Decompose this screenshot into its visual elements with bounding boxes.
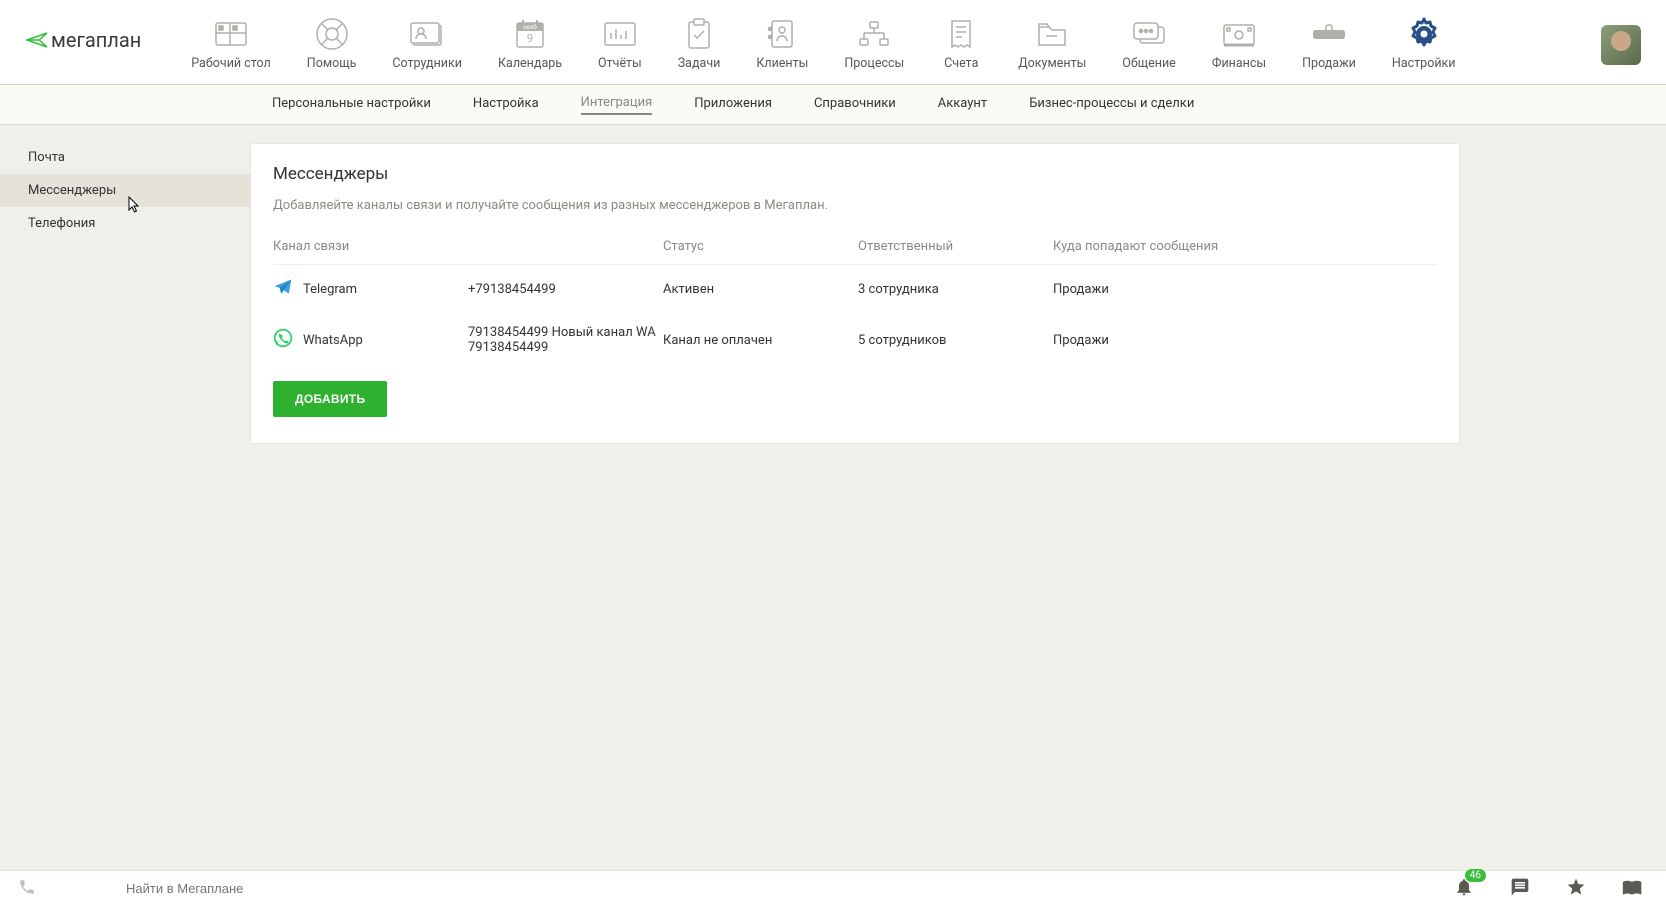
clients-icon xyxy=(761,18,803,50)
nav-label: Общение xyxy=(1122,56,1176,71)
channel-number: 79138454499 Новый канал WA 79138454499 xyxy=(468,313,663,367)
subnav-item-4[interactable]: Справочники xyxy=(814,96,896,114)
nav-label: Задачи xyxy=(678,56,721,71)
nav-label: Настройки xyxy=(1392,56,1456,71)
nav-label: Сотрудники xyxy=(392,56,462,71)
top-header: мегаплан Рабочий стол Помощь Сотрудники ноя… xyxy=(0,0,1666,85)
nav-item-tasks[interactable]: Задачи xyxy=(678,18,721,71)
add-button[interactable]: ДОБАВИТЬ xyxy=(273,381,387,417)
channel-status: Активен xyxy=(663,265,858,314)
col-status: Статус xyxy=(663,231,858,265)
processes-icon xyxy=(853,18,895,50)
channel-number: +79138454499 xyxy=(468,265,663,314)
phone-icon[interactable] xyxy=(18,878,36,900)
col-number xyxy=(468,231,663,265)
nav-item-invoices[interactable]: Счета xyxy=(940,18,982,71)
channel-destination: Продажи xyxy=(1053,265,1437,314)
employees-icon xyxy=(406,18,448,50)
subnav-item-3[interactable]: Приложения xyxy=(694,96,772,114)
avatar[interactable] xyxy=(1601,25,1641,65)
subnav-item-2[interactable]: Интеграция xyxy=(581,95,653,115)
nav-item-calendar[interactable]: нояб9 Календарь xyxy=(498,18,562,71)
sidebar-item-2[interactable]: Телефония xyxy=(0,207,250,240)
nav-label: Помощь xyxy=(307,56,357,71)
whatsapp-icon xyxy=(273,328,293,352)
sidebar: ПочтаМессенджерыТелефония xyxy=(0,125,250,444)
top-nav: Рабочий стол Помощь Сотрудники нояб9 Календа… xyxy=(191,18,1601,71)
nav-item-desktop[interactable]: Рабочий стол xyxy=(191,18,271,71)
notification-badge: 46 xyxy=(1465,869,1486,882)
channel-responsible: 3 сотрудника xyxy=(858,265,1053,314)
book-icon[interactable] xyxy=(1622,877,1642,901)
channel-cell: WhatsApp xyxy=(273,328,468,352)
bottom-icons: 46 xyxy=(1454,877,1642,901)
logo[interactable]: мегаплан xyxy=(25,28,141,52)
nav-label: Счета xyxy=(944,56,978,71)
main-panel: Мессенджеры Добавляейте каналы связи и п… xyxy=(250,143,1460,444)
table-row[interactable]: Telegram +79138454499 Активен 3 сотрудни… xyxy=(273,265,1437,314)
logo-text: мегаплан xyxy=(51,28,141,52)
chat-icon[interactable] xyxy=(1510,877,1530,901)
nav-item-finance[interactable]: Финансы xyxy=(1212,18,1266,71)
star-icon[interactable] xyxy=(1566,877,1586,901)
communication-icon xyxy=(1128,18,1170,50)
desktop-icon xyxy=(210,18,252,50)
nav-label: Документы xyxy=(1018,56,1086,71)
calendar-icon: нояб9 xyxy=(509,18,551,50)
reports-icon xyxy=(599,18,641,50)
channel-responsible: 5 сотрудников xyxy=(858,313,1053,367)
nav-label: Финансы xyxy=(1212,56,1266,71)
subnav-item-6[interactable]: Бизнес-процессы и сделки xyxy=(1029,96,1194,114)
table-row[interactable]: WhatsApp 79138454499 Новый канал WA 7913… xyxy=(273,313,1437,367)
nav-label: Клиенты xyxy=(756,56,808,71)
channels-table: Канал связи Статус Ответственный Куда по… xyxy=(273,231,1437,367)
nav-item-clients[interactable]: Клиенты xyxy=(756,18,808,71)
search-input[interactable] xyxy=(126,881,1454,896)
svg-text:нояб: нояб xyxy=(523,24,537,31)
col-channel: Канал связи xyxy=(273,231,468,265)
bell-icon[interactable]: 46 xyxy=(1454,877,1474,901)
tasks-icon xyxy=(678,18,720,50)
nav-item-help[interactable]: Помощь xyxy=(307,18,357,71)
finance-icon xyxy=(1218,18,1260,50)
nav-label: Календарь xyxy=(498,56,562,71)
channels-tbody: Telegram +79138454499 Активен 3 сотрудни… xyxy=(273,265,1437,368)
channel-name: Telegram xyxy=(303,282,357,297)
help-icon xyxy=(311,18,353,50)
bottom-bar: 46 xyxy=(0,870,1666,906)
nav-item-settings[interactable]: Настройки xyxy=(1392,18,1456,71)
panel-description: Добавляейте каналы связи и получайте соо… xyxy=(273,198,1437,213)
nav-label: Рабочий стол xyxy=(191,56,271,71)
telegram-icon xyxy=(273,277,293,301)
nav-label: Продажи xyxy=(1302,56,1356,71)
nav-item-processes[interactable]: Процессы xyxy=(844,18,904,71)
nav-label: Процессы xyxy=(844,56,904,71)
sidebar-item-0[interactable]: Почта xyxy=(0,141,250,174)
subnav-item-1[interactable]: Настройка xyxy=(473,96,539,114)
sidebar-item-1[interactable]: Мессенджеры xyxy=(0,174,250,207)
nav-label: Отчёты xyxy=(598,56,642,71)
subnav: Персональные настройки Настройка Интеграци… xyxy=(0,85,1666,125)
svg-text:9: 9 xyxy=(527,32,533,45)
channel-cell: Telegram xyxy=(273,277,468,301)
nav-item-sales[interactable]: Продажи xyxy=(1302,18,1356,71)
logo-icon xyxy=(25,31,49,49)
channel-destination: Продажи xyxy=(1053,313,1437,367)
col-responsible: Ответственный xyxy=(858,231,1053,265)
sales-icon xyxy=(1308,18,1350,50)
settings-icon xyxy=(1403,18,1445,50)
nav-item-communication[interactable]: Общение xyxy=(1122,18,1176,71)
subnav-item-5[interactable]: Аккаунт xyxy=(938,96,987,114)
channel-status: Канал не оплачен xyxy=(663,313,858,367)
invoices-icon xyxy=(940,18,982,50)
nav-item-reports[interactable]: Отчёты xyxy=(598,18,642,71)
subnav-item-0[interactable]: Персональные настройки xyxy=(272,96,431,114)
panel-title: Мессенджеры xyxy=(273,164,1437,184)
channel-name: WhatsApp xyxy=(303,333,363,348)
nav-item-employees[interactable]: Сотрудники xyxy=(392,18,462,71)
documents-icon xyxy=(1031,18,1073,50)
col-destination: Куда попадают сообщения xyxy=(1053,231,1437,265)
nav-item-documents[interactable]: Документы xyxy=(1018,18,1086,71)
